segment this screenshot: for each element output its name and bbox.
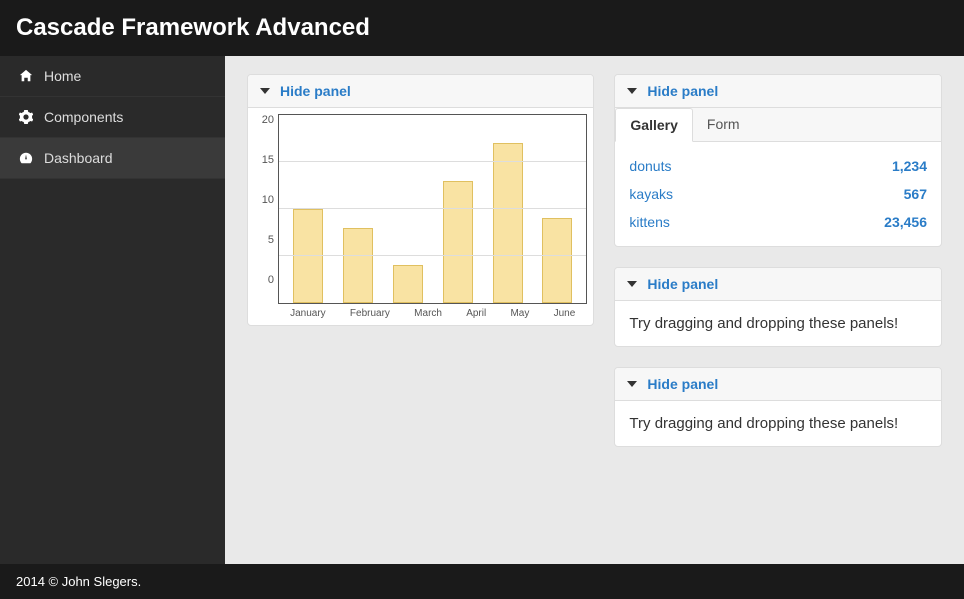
- caret-down-icon: [627, 88, 637, 94]
- hide-panel-link[interactable]: Hide panel: [647, 276, 718, 292]
- caret-down-icon: [627, 281, 637, 287]
- home-icon: [18, 68, 34, 84]
- list-item-value: 1,234: [892, 158, 927, 174]
- sidebar-item-label: Components: [44, 109, 123, 125]
- list-item[interactable]: kayaks 567: [629, 180, 927, 208]
- list-item-name: donuts: [629, 158, 671, 174]
- gallery-panel[interactable]: Hide panel Gallery Form donuts 1,234 kay…: [614, 74, 942, 247]
- footer: 2014 © John Slegers.: [0, 564, 964, 599]
- hide-panel-link[interactable]: Hide panel: [647, 376, 718, 392]
- sidebar-item-dashboard[interactable]: Dashboard: [0, 138, 225, 179]
- tab-form[interactable]: Form: [693, 108, 754, 141]
- chart-body: 20151050 January February March April May Jun…: [248, 108, 593, 325]
- panel-header[interactable]: Hide panel: [615, 75, 941, 108]
- chart-x-label: January: [290, 308, 326, 319]
- panel-header[interactable]: Hide panel: [615, 368, 941, 401]
- list-item-value: 23,456: [884, 214, 927, 230]
- chart-plot: [278, 114, 587, 304]
- chart-x-label: June: [554, 308, 576, 319]
- list-item[interactable]: donuts 1,234: [629, 152, 927, 180]
- tab-gallery[interactable]: Gallery: [615, 108, 692, 142]
- list-item-name: kittens: [629, 214, 669, 230]
- sidebar-item-label: Dashboard: [44, 150, 113, 166]
- footer-text: 2014 © John Slegers.: [16, 574, 141, 589]
- drag-panel-2[interactable]: Hide panel Try dragging and dropping the…: [614, 367, 942, 447]
- sidebar: Home Components Dashboard: [0, 56, 225, 569]
- chart-x-axis: January February March April May June: [250, 304, 587, 319]
- drag-panel-1[interactable]: Hide panel Try dragging and dropping the…: [614, 267, 942, 347]
- chart-bar: [542, 218, 572, 303]
- app-title: Cascade Framework Advanced: [16, 14, 948, 42]
- caret-down-icon: [260, 88, 270, 94]
- tabs: Gallery Form: [615, 108, 941, 142]
- chart-bar: [343, 228, 373, 303]
- chart-x-label: March: [414, 308, 442, 319]
- main-content: Hide panel 20151050 January February March…: [225, 56, 964, 569]
- hide-panel-link[interactable]: Hide panel: [280, 83, 351, 99]
- chart-bar: [293, 209, 323, 303]
- chart-bar: [393, 265, 423, 303]
- gear-icon: [18, 109, 34, 125]
- chart-bar: [493, 143, 523, 303]
- dashboard-icon: [18, 150, 34, 166]
- chart-panel[interactable]: Hide panel 20151050 January February March…: [247, 74, 594, 326]
- sidebar-item-label: Home: [44, 68, 81, 84]
- chart-x-label: February: [350, 308, 390, 319]
- list-item-value: 567: [904, 186, 927, 202]
- chart-x-label: May: [510, 308, 529, 319]
- sidebar-item-home[interactable]: Home: [0, 56, 225, 97]
- sidebar-item-components[interactable]: Components: [0, 97, 225, 138]
- panel-text: Try dragging and dropping these panels!: [615, 401, 941, 446]
- caret-down-icon: [627, 381, 637, 387]
- chart-bar: [443, 181, 473, 303]
- chart-y-axis: 20151050: [250, 114, 278, 304]
- list-item-name: kayaks: [629, 186, 673, 202]
- list-item[interactable]: kittens 23,456: [629, 208, 927, 236]
- panel-header[interactable]: Hide panel: [248, 75, 593, 108]
- chart-x-label: April: [466, 308, 486, 319]
- panel-header[interactable]: Hide panel: [615, 268, 941, 301]
- hide-panel-link[interactable]: Hide panel: [647, 83, 718, 99]
- panel-text: Try dragging and dropping these panels!: [615, 301, 941, 346]
- gallery-list: donuts 1,234 kayaks 567 kittens 23,456: [615, 142, 941, 246]
- app-header: Cascade Framework Advanced: [0, 0, 964, 56]
